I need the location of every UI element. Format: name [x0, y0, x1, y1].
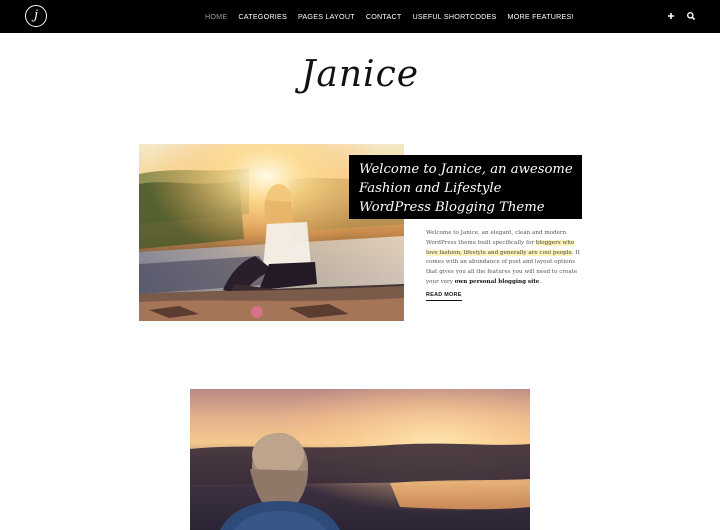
nav-item-more-features[interactable]: MORE FEATURES!	[508, 12, 574, 21]
post-title-box: Welcome to Janice, an awesome Fashion an…	[349, 155, 582, 219]
nav-item-home[interactable]: HOME	[205, 12, 227, 21]
search-icon[interactable]	[686, 9, 696, 23]
header-icons	[666, 9, 696, 23]
site-title[interactable]: Janice	[0, 54, 720, 95]
nav-item-contact[interactable]: CONTACT	[366, 12, 402, 21]
site-logo-icon[interactable]: j	[25, 5, 47, 27]
second-post-image[interactable]	[190, 389, 530, 530]
excerpt-bold: own personal blogging site	[454, 278, 540, 285]
main-menu: HOME CATEGORIES PAGES LAYOUT CONTACT USE…	[205, 0, 585, 33]
post-excerpt: Welcome to Janice, an elegant, clean and…	[426, 229, 582, 288]
nav-item-useful-shortcodes[interactable]: USEFUL SHORTCODES	[412, 12, 496, 21]
read-more-link[interactable]: READ MORE	[426, 292, 462, 301]
nav-item-pages-layout[interactable]: PAGES LAYOUT	[298, 12, 355, 21]
nav-item-categories[interactable]: CATEGORIES	[238, 12, 287, 21]
excerpt-text-3: .	[539, 278, 542, 285]
top-navbar: j HOME CATEGORIES PAGES LAYOUT CONTACT U…	[0, 0, 720, 33]
post-title[interactable]: Welcome to Janice, an awesome Fashion an…	[359, 160, 573, 217]
logo-letter: j	[33, 8, 39, 23]
plus-icon[interactable]	[666, 9, 676, 23]
